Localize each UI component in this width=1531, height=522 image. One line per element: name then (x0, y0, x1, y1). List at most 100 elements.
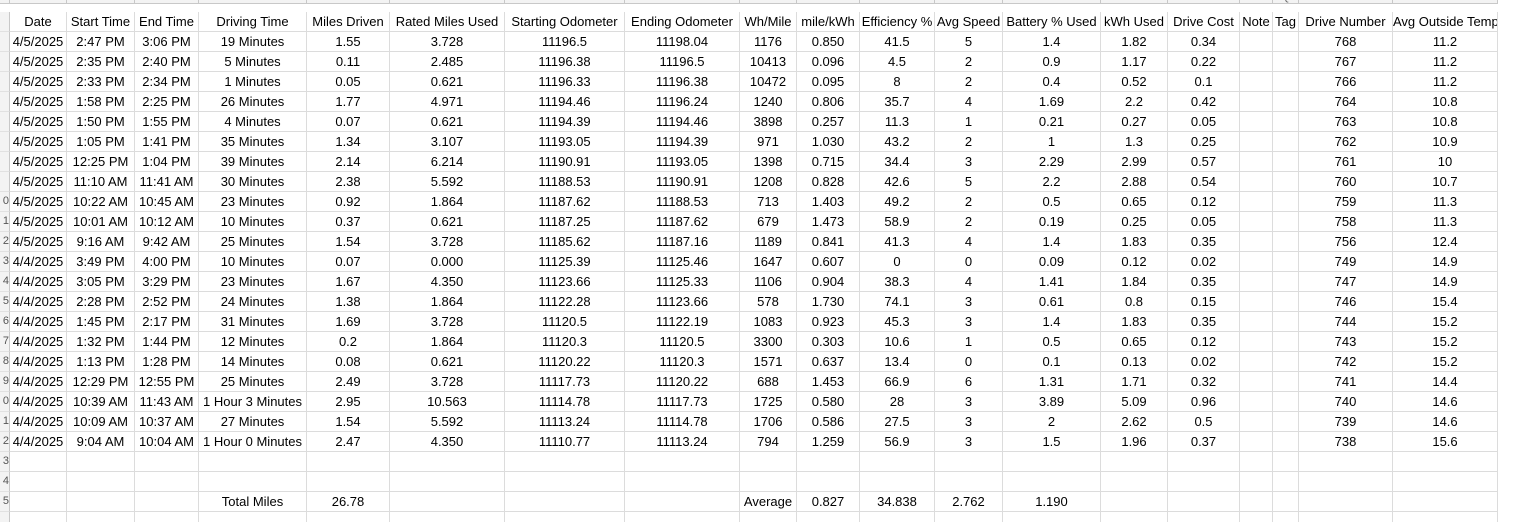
header-cell-s[interactable]: Avg Outside Temp (1393, 12, 1498, 32)
cell-m[interactable]: 1.31 (1003, 372, 1101, 392)
row-number[interactable]: 1 (0, 212, 10, 232)
cell-c[interactable]: 10:37 AM (135, 412, 199, 432)
cell-a[interactable]: 4/4/2025 (10, 392, 67, 412)
cell-p[interactable] (1240, 132, 1273, 152)
cell-j[interactable]: 0.923 (797, 312, 860, 332)
cell-a[interactable]: 4/5/2025 (10, 72, 67, 92)
cell-q[interactable] (1273, 32, 1299, 52)
cell-s[interactable]: 14.4 (1393, 372, 1498, 392)
cell-n[interactable]: 2.88 (1101, 172, 1168, 192)
cell-d[interactable]: 14 Minutes (199, 352, 307, 372)
cell-l[interactable]: 2 (935, 72, 1003, 92)
column-letter-h[interactable]: H (625, 0, 740, 4)
cell-d[interactable]: 35 Minutes (199, 132, 307, 152)
cell-h[interactable]: 11187.62 (625, 212, 740, 232)
cell-r[interactable] (1299, 512, 1393, 522)
cell-k[interactable]: 41.3 (860, 232, 935, 252)
cell-q[interactable] (1273, 132, 1299, 152)
cell-o[interactable]: 0.12 (1168, 332, 1240, 352)
cell-r[interactable]: 744 (1299, 312, 1393, 332)
cell-g[interactable]: 11187.62 (505, 192, 625, 212)
cell-m[interactable]: 2.2 (1003, 172, 1101, 192)
row-number[interactable]: 3 (0, 452, 10, 472)
cell-c[interactable]: 1:04 PM (135, 152, 199, 172)
cell-q[interactable] (1273, 252, 1299, 272)
cell-n[interactable]: 0.27 (1101, 112, 1168, 132)
column-letter-i[interactable]: I (740, 0, 797, 4)
cell-a[interactable]: 4/5/2025 (10, 192, 67, 212)
cell-o[interactable]: 0.42 (1168, 92, 1240, 112)
cell-l[interactable]: 2 (935, 192, 1003, 212)
cell-r[interactable]: 767 (1299, 52, 1393, 72)
column-letter-k[interactable]: K (860, 0, 935, 4)
cell-f[interactable]: 0.621 (390, 212, 505, 232)
cell-m[interactable]: 1.5 (1003, 432, 1101, 452)
cell-c[interactable]: 4:00 PM (135, 252, 199, 272)
cell-d[interactable]: 1 Hour 0 Minutes (199, 432, 307, 452)
cell-e[interactable]: 1.54 (307, 232, 390, 252)
cell-s[interactable]: 14.9 (1393, 252, 1498, 272)
cell-r[interactable]: 761 (1299, 152, 1393, 172)
cell-m[interactable]: 0.21 (1003, 112, 1101, 132)
cell-i[interactable]: 1240 (740, 92, 797, 112)
cell-k[interactable]: 66.9 (860, 372, 935, 392)
cell-m[interactable] (1003, 472, 1101, 492)
cell-l[interactable]: 1 (935, 112, 1003, 132)
cell-p[interactable] (1240, 232, 1273, 252)
cell-c[interactable]: 3:29 PM (135, 272, 199, 292)
row-number[interactable]: 4 (0, 272, 10, 292)
cell-n[interactable]: 1.84 (1101, 272, 1168, 292)
cell-o[interactable]: 0.34 (1168, 32, 1240, 52)
cell-h[interactable]: 11113.24 (625, 432, 740, 452)
cell-a[interactable]: 4/5/2025 (10, 152, 67, 172)
cell-d[interactable]: 23 Minutes (199, 192, 307, 212)
cell-a[interactable] (10, 452, 67, 472)
cell-b[interactable]: 10:39 AM (67, 392, 135, 412)
cell-q[interactable] (1273, 392, 1299, 412)
cell-e[interactable]: 2.95 (307, 392, 390, 412)
cell-m[interactable]: 0.09 (1003, 252, 1101, 272)
cell-q[interactable] (1273, 412, 1299, 432)
cell-e[interactable]: 26.78 (307, 492, 390, 512)
cell-m[interactable]: 0.5 (1003, 332, 1101, 352)
cell-p[interactable] (1240, 172, 1273, 192)
cell-e[interactable]: 1.54 (307, 412, 390, 432)
cell-l[interactable]: 3 (935, 392, 1003, 412)
cell-f[interactable] (390, 472, 505, 492)
cell-n[interactable]: 1.83 (1101, 232, 1168, 252)
cell-g[interactable] (505, 512, 625, 522)
cell-k[interactable]: 34.4 (860, 152, 935, 172)
cell-g[interactable]: 11194.39 (505, 112, 625, 132)
cell-j[interactable]: 0.715 (797, 152, 860, 172)
header-cell-h[interactable]: Ending Odometer (625, 12, 740, 32)
cell-e[interactable]: 0.11 (307, 52, 390, 72)
cell-a[interactable]: 4/4/2025 (10, 412, 67, 432)
cell-l[interactable]: 2.762 (935, 492, 1003, 512)
cell-m[interactable]: 3.89 (1003, 392, 1101, 412)
cell-o[interactable]: 0.02 (1168, 352, 1240, 372)
header-cell-r[interactable]: Drive Number (1299, 12, 1393, 32)
cell-r[interactable] (1299, 472, 1393, 492)
cell-k[interactable]: 38.3 (860, 272, 935, 292)
cell-p[interactable] (1240, 452, 1273, 472)
cell-b[interactable]: 1:50 PM (67, 112, 135, 132)
cell-g[interactable] (505, 472, 625, 492)
cell-o[interactable]: 0.35 (1168, 272, 1240, 292)
cell-r[interactable]: 760 (1299, 172, 1393, 192)
cell-m[interactable] (1003, 452, 1101, 472)
cell-c[interactable]: 10:04 AM (135, 432, 199, 452)
column-letter-c[interactable]: C (135, 0, 199, 4)
cell-e[interactable]: 0.07 (307, 252, 390, 272)
cell-e[interactable]: 0.2 (307, 332, 390, 352)
cell-n[interactable]: 2.2 (1101, 92, 1168, 112)
cell-f[interactable] (390, 492, 505, 512)
cell-f[interactable]: 1.864 (390, 192, 505, 212)
cell-k[interactable] (860, 472, 935, 492)
cell-i[interactable]: 1706 (740, 412, 797, 432)
cell-i[interactable]: 10413 (740, 52, 797, 72)
cell-k[interactable]: 74.1 (860, 292, 935, 312)
cell-f[interactable]: 6.214 (390, 152, 505, 172)
header-cell-f[interactable]: Rated Miles Used (390, 12, 505, 32)
row-number[interactable]: 4 (0, 472, 10, 492)
cell-o[interactable]: 0.54 (1168, 172, 1240, 192)
